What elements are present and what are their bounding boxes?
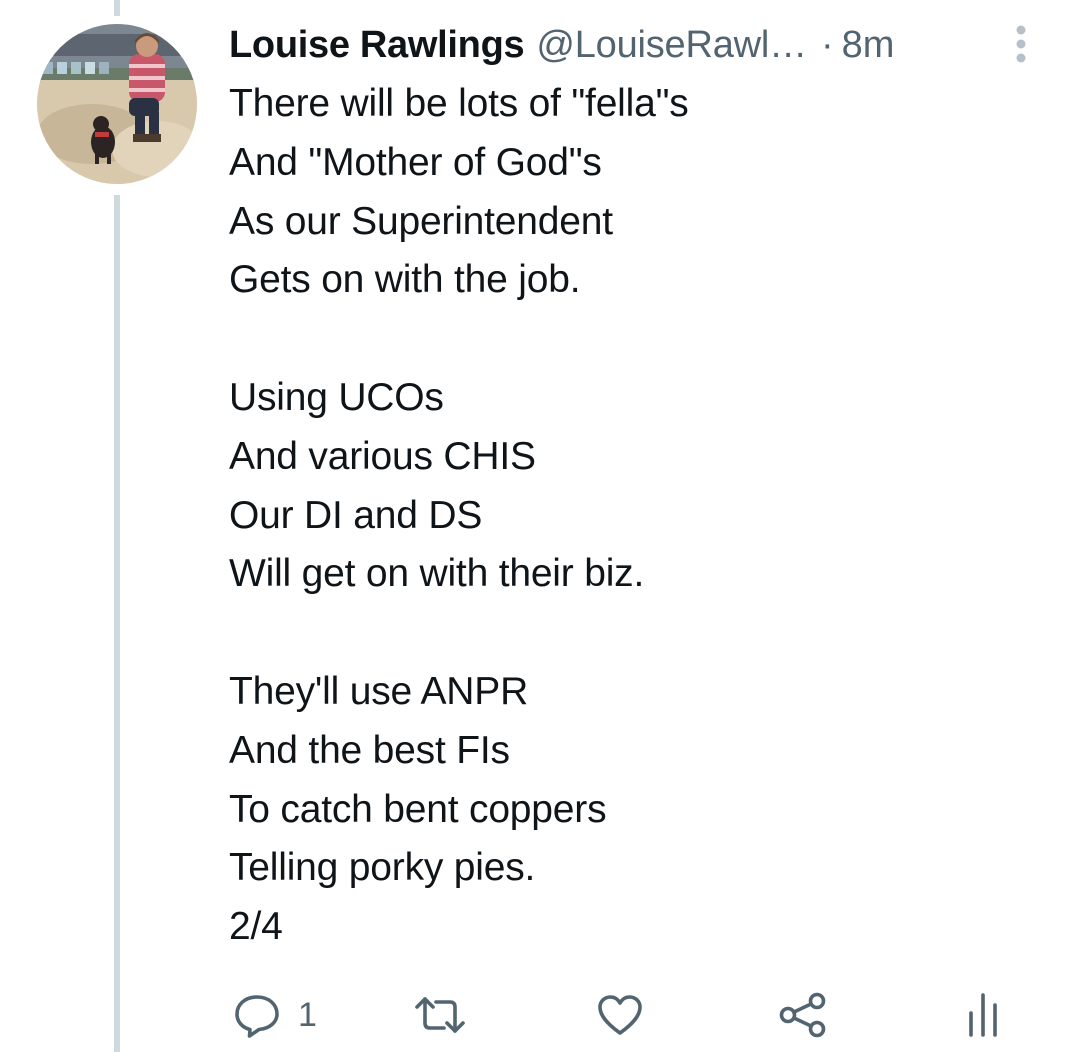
- analytics-button[interactable]: [966, 990, 1000, 1040]
- like-button[interactable]: [596, 990, 644, 1040]
- tweet-timestamp[interactable]: 8m: [842, 24, 895, 67]
- tweet-actions: 1: [0, 990, 1075, 1040]
- thread-line: [114, 195, 120, 1052]
- avatar[interactable]: [37, 24, 197, 184]
- share-button[interactable]: [778, 990, 828, 1040]
- author-handle[interactable]: @LouiseRawl…: [536, 24, 807, 67]
- reply-button[interactable]: 1: [232, 990, 317, 1040]
- tweet-header: Louise Rawlings @LouiseRawl… · 8m: [229, 20, 1029, 70]
- more-options-icon[interactable]: [1013, 22, 1029, 66]
- share-icon: [778, 991, 828, 1039]
- header-separator: ·: [820, 23, 834, 66]
- avatar-photo: [37, 24, 197, 184]
- retweet-button[interactable]: [412, 990, 468, 1040]
- heart-icon: [596, 993, 644, 1037]
- retweet-icon: [412, 993, 468, 1037]
- reply-icon: [232, 991, 282, 1039]
- thread-line-top: [114, 0, 120, 16]
- author-display-name[interactable]: Louise Rawlings: [229, 24, 525, 67]
- tweet-text: There will be lots of "fella"s And "Moth…: [229, 82, 689, 949]
- analytics-icon: [966, 991, 1000, 1039]
- reply-count: 1: [298, 995, 317, 1034]
